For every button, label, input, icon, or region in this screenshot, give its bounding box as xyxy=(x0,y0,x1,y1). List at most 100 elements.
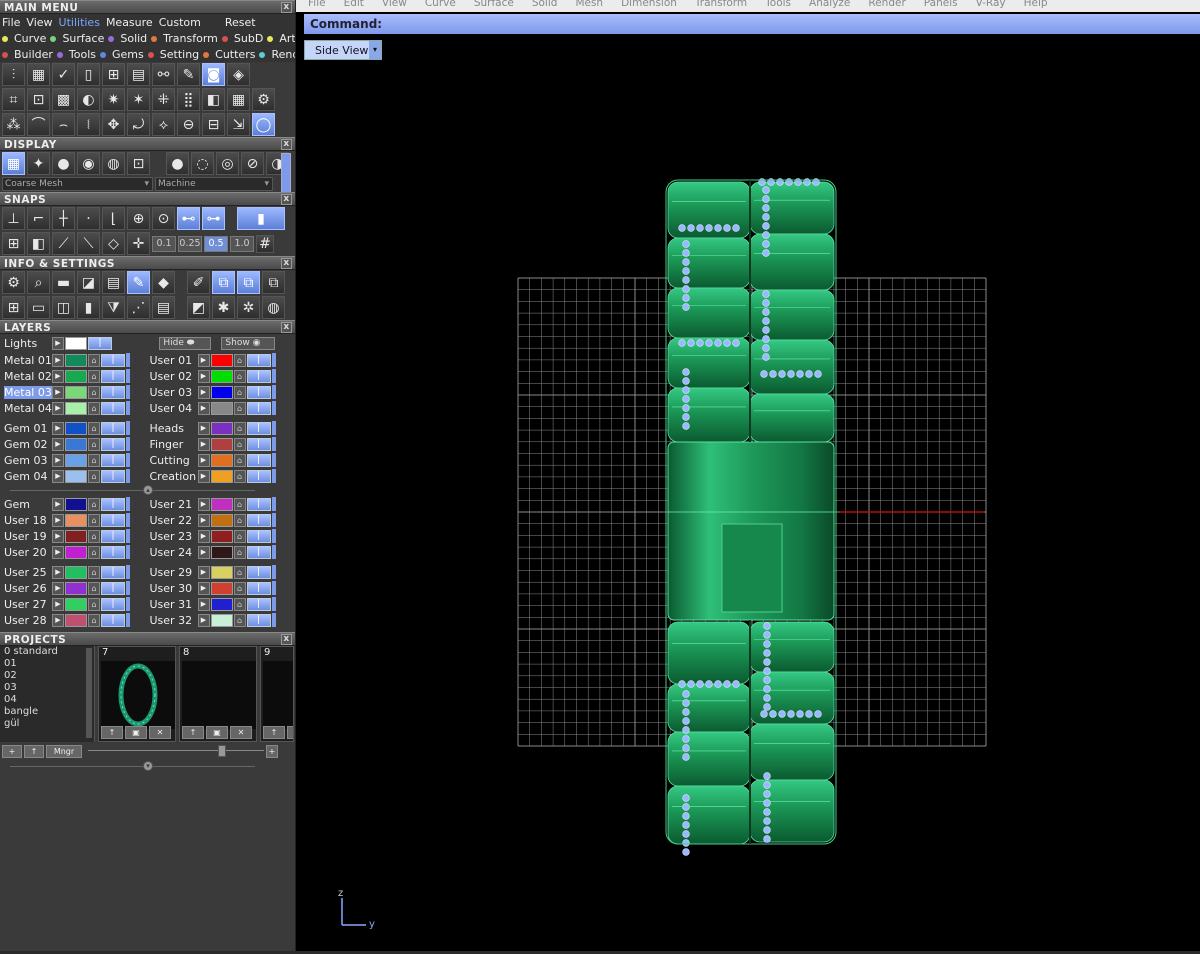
project-thumbnail[interactable] xyxy=(263,661,293,729)
layer-item[interactable]: User 19 ▶ ⌂ | xyxy=(4,529,150,543)
visibility-toggle[interactable]: | xyxy=(101,469,125,483)
layer-item[interactable]: User 18 ▶ ⌂ | xyxy=(4,513,150,527)
layer-color-swatch[interactable] xyxy=(210,385,233,399)
light-icon[interactable]: ✦ xyxy=(27,152,50,175)
layer-item[interactable]: User 03 ▶ ⌂ | xyxy=(150,385,296,399)
close-icon[interactable]: x xyxy=(281,258,292,269)
menu-transform[interactable]: Transform xyxy=(151,32,218,45)
layer-item[interactable]: Cutting ▶ ⌂ | xyxy=(150,453,296,467)
layer-item[interactable]: User 23 ▶ ⌂ | xyxy=(150,529,296,543)
app-menu-item[interactable]: Render xyxy=(868,0,905,9)
lock-icon[interactable]: ⌂ xyxy=(233,385,246,399)
project-card[interactable]: 9↑▣✕ xyxy=(260,646,294,742)
play-icon[interactable]: ▶ xyxy=(52,597,64,611)
grid-toggle-icon[interactable]: # xyxy=(256,234,274,253)
app-menu-item[interactable]: Transform xyxy=(695,0,747,9)
display-toggle[interactable] xyxy=(281,153,291,193)
visibility-toggle[interactable]: | xyxy=(246,437,271,451)
settings-icon[interactable]: ⚙ xyxy=(2,271,25,294)
texture-icon[interactable]: ▦ xyxy=(27,63,50,86)
layer-name[interactable]: Creation xyxy=(150,470,198,483)
minimize-icon[interactable]: ▭ xyxy=(27,296,50,319)
brush-settings-icon[interactable]: ✐ xyxy=(187,271,210,294)
play-icon[interactable]: ▶ xyxy=(197,545,210,559)
edit-icon[interactable]: ✎ xyxy=(127,271,150,294)
project-list-item[interactable]: 02 xyxy=(4,670,94,682)
history-icon[interactable]: ◙ xyxy=(202,63,225,86)
command-bar[interactable]: Command: xyxy=(304,14,1200,34)
visibility-toggle[interactable]: | xyxy=(101,565,125,579)
box-snap-icon[interactable]: ◧ xyxy=(27,232,50,255)
layer-color-swatch[interactable] xyxy=(65,597,87,611)
doc-icon[interactable]: ▤ xyxy=(102,271,125,294)
layer-color-swatch[interactable] xyxy=(65,453,87,467)
visibility-toggle[interactable]: | xyxy=(101,385,125,399)
layer-name[interactable]: Gem 02 xyxy=(4,438,52,451)
layer-color-swatch[interactable] xyxy=(65,565,87,579)
menu-solid[interactable]: Solid xyxy=(108,32,147,45)
layer-color-swatch[interactable] xyxy=(65,513,87,527)
collapse-icon[interactable]: ▴ xyxy=(143,485,153,495)
menu-art[interactable]: Art xyxy=(267,32,295,45)
layer-item[interactable]: User 29 ▶ ⌂ | xyxy=(150,565,296,579)
visibility-toggle[interactable]: | xyxy=(246,469,271,483)
visibility-toggle[interactable]: | xyxy=(246,545,271,559)
material-select[interactable]: Machine xyxy=(155,177,273,191)
layer-item[interactable]: User 20 ▶ ⌂ | xyxy=(4,545,150,559)
app-menu-item[interactable]: View xyxy=(382,0,407,9)
layer-item[interactable]: Metal 02 ▶ ⌂ | xyxy=(4,369,150,383)
layer-name[interactable]: Metal 04 xyxy=(4,402,52,415)
visibility-toggle[interactable]: | xyxy=(246,369,271,383)
layer-color-swatch[interactable] xyxy=(65,497,87,511)
slider-thumb[interactable] xyxy=(218,745,226,757)
visibility-toggle[interactable]: | xyxy=(246,385,271,399)
visibility-toggle[interactable]: | xyxy=(101,513,125,527)
menu-file[interactable]: File xyxy=(2,16,20,29)
visibility-toggle[interactable]: | xyxy=(101,453,125,467)
play-icon[interactable]: ▶ xyxy=(197,369,210,383)
play-icon[interactable]: ▶ xyxy=(197,401,210,415)
play-icon[interactable]: ▶ xyxy=(52,385,64,399)
box3d-icon[interactable]: ◪ xyxy=(77,271,100,294)
layer-name[interactable]: User 25 xyxy=(4,566,52,579)
play-icon[interactable]: ▶ xyxy=(197,437,210,451)
layer-color-swatch[interactable] xyxy=(210,437,233,451)
app-menu-item[interactable]: Tools xyxy=(765,0,791,9)
layer-color-swatch[interactable] xyxy=(65,437,87,451)
layer-color-swatch[interactable] xyxy=(65,369,87,383)
visibility-toggle[interactable]: | xyxy=(101,497,125,511)
layer-name[interactable]: Gem 03 xyxy=(4,454,52,467)
visibility-toggle[interactable]: | xyxy=(246,401,271,415)
cluster-icon[interactable]: ⁂ xyxy=(2,113,25,136)
visibility-toggle[interactable]: | xyxy=(101,529,125,543)
save-icon[interactable]: ▣ xyxy=(287,726,293,739)
lock-icon[interactable]: ⌂ xyxy=(233,545,246,559)
lock-icon[interactable]: ⌂ xyxy=(88,513,100,527)
curve-icon[interactable]: ⌢ xyxy=(52,113,75,136)
visibility-toggle[interactable]: | xyxy=(246,597,271,611)
split-icon[interactable]: ✶ xyxy=(127,88,150,111)
play-icon[interactable]: ▶ xyxy=(197,513,210,527)
project-card[interactable]: 7 ↑ ▣ ✕ xyxy=(98,646,176,742)
menu-curve[interactable]: Curve xyxy=(2,32,46,45)
layer-item[interactable]: Gem 01 ▶ ⌂ | xyxy=(4,421,150,435)
layer-item[interactable]: Metal 01 ▶ ⌂ | xyxy=(4,353,150,367)
lock-icon[interactable]: ⌂ xyxy=(233,613,246,627)
layer-item[interactable]: Finger ▶ ⌂ | xyxy=(150,437,296,451)
menu-view[interactable]: View xyxy=(26,16,52,29)
layer-name[interactable]: User 19 xyxy=(4,530,52,543)
explode-icon[interactable]: ✷ xyxy=(102,88,125,111)
check-icon[interactable]: ✓ xyxy=(52,63,75,86)
ghost-icon[interactable]: ◍ xyxy=(102,152,125,175)
layer-name[interactable]: User 22 xyxy=(150,514,198,527)
layer-color-swatch[interactable] xyxy=(210,581,233,595)
cylinder-icon[interactable]: ▮ xyxy=(77,296,100,319)
close-icon[interactable]: x xyxy=(281,194,292,205)
play-icon[interactable]: ▶ xyxy=(52,581,64,595)
play-icon[interactable]: ▶ xyxy=(197,529,210,543)
snap-1.0[interactable]: 1.0 xyxy=(230,235,254,252)
layer-color-swatch[interactable] xyxy=(210,369,233,383)
visibility-toggle[interactable]: | xyxy=(246,421,271,435)
menu-subd[interactable]: SubD xyxy=(221,32,263,45)
layer-color-swatch[interactable] xyxy=(210,545,233,559)
